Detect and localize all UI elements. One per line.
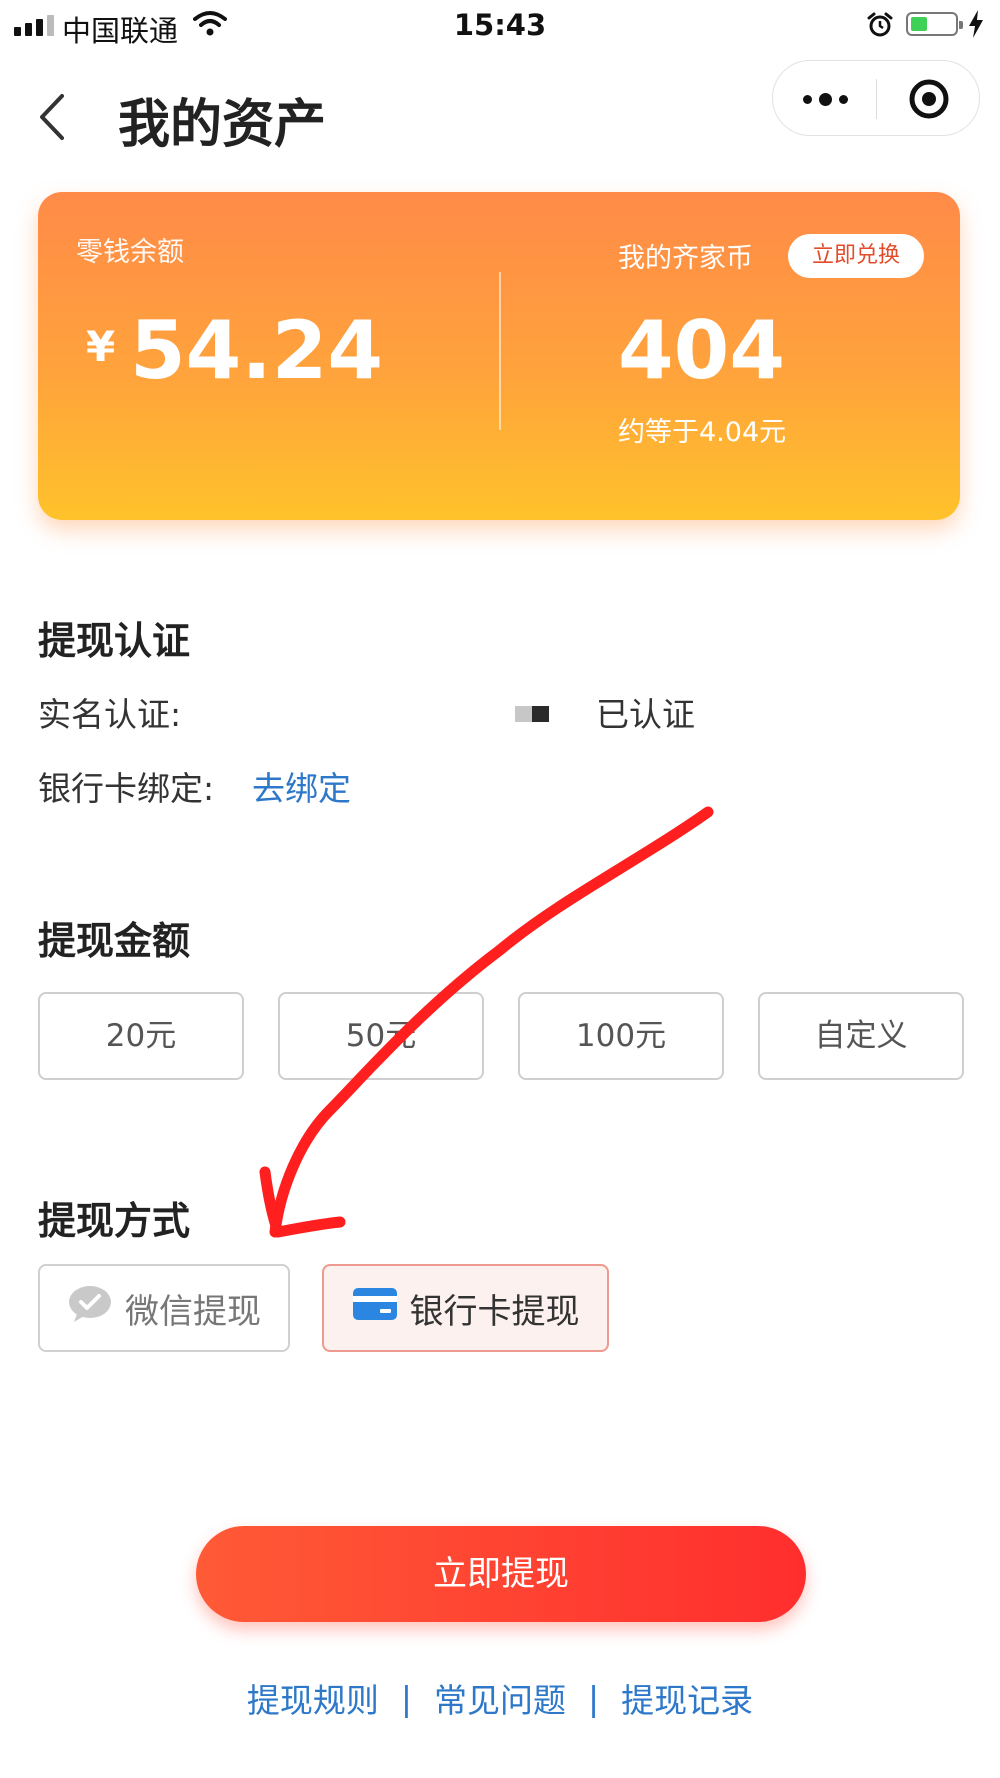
- verification-title: 提现认证: [38, 619, 191, 663]
- realname-status: 已认证: [596, 695, 695, 734]
- withdraw-records-link[interactable]: 提现记录: [621, 1674, 753, 1722]
- link-separator: |: [400, 1678, 412, 1718]
- realname-label: 实名认证:: [38, 695, 182, 734]
- my-assets-page: 中国联通 15:43 我的资产 零钱余额 ¥ 54.24 我的齐家币 立即兑换 …: [0, 0, 1000, 1778]
- asset-card: 零钱余额 ¥ 54.24 我的齐家币 立即兑换 404 约等于4.04元: [38, 192, 960, 520]
- footer-links: 提现规则 | 常见问题 | 提现记录: [0, 1674, 1000, 1722]
- charging-icon: [967, 9, 985, 46]
- wechat-icon: [67, 1284, 113, 1333]
- bank-withdraw-label: 银行卡提现: [409, 1291, 580, 1332]
- balance-amount: 54.24: [130, 304, 384, 397]
- faq-link[interactable]: 常见问题: [434, 1674, 566, 1722]
- close-mini-program-icon[interactable]: [877, 61, 981, 137]
- wechat-withdraw-option[interactable]: 微信提现: [38, 1264, 290, 1352]
- withdraw-rules-link[interactable]: 提现规则: [247, 1674, 379, 1722]
- amount-option-50[interactable]: 50元: [278, 992, 484, 1080]
- link-separator: |: [588, 1678, 600, 1718]
- coins-approx-value: 约等于4.04元: [618, 417, 787, 448]
- battery-icon: [906, 12, 963, 36]
- alarm-icon: [866, 11, 894, 46]
- exchange-button[interactable]: 立即兑换: [788, 234, 924, 278]
- bank-withdraw-option[interactable]: 银行卡提现: [322, 1264, 609, 1352]
- card-divider: [499, 272, 501, 430]
- coins-label: 我的齐家币: [618, 243, 753, 274]
- page-title: 我的资产: [118, 95, 327, 155]
- more-menu-icon[interactable]: [773, 61, 877, 137]
- amount-option-custom[interactable]: 自定义: [758, 992, 964, 1080]
- bind-bank-link[interactable]: 去绑定: [252, 762, 351, 810]
- amount-option-20[interactable]: 20元: [38, 992, 244, 1080]
- redacted-name: [515, 706, 549, 722]
- back-icon[interactable]: [32, 92, 82, 142]
- balance-label: 零钱余额: [76, 237, 184, 268]
- method-title: 提现方式: [38, 1199, 191, 1243]
- currency-symbol: ¥: [86, 322, 116, 371]
- status-time: 15:43: [453, 8, 547, 42]
- wechat-withdraw-label: 微信提现: [125, 1291, 261, 1332]
- coins-amount: 404: [618, 304, 785, 397]
- amount-title: 提现金额: [38, 919, 191, 963]
- mini-program-capsule: [772, 60, 980, 136]
- bank-bind-label: 银行卡绑定:: [38, 769, 215, 808]
- withdraw-now-button[interactable]: 立即提现: [196, 1526, 806, 1622]
- bank-card-icon: [352, 1287, 398, 1330]
- amount-option-100[interactable]: 100元: [518, 992, 724, 1080]
- status-bar: 中国联通 15:43: [0, 0, 1000, 52]
